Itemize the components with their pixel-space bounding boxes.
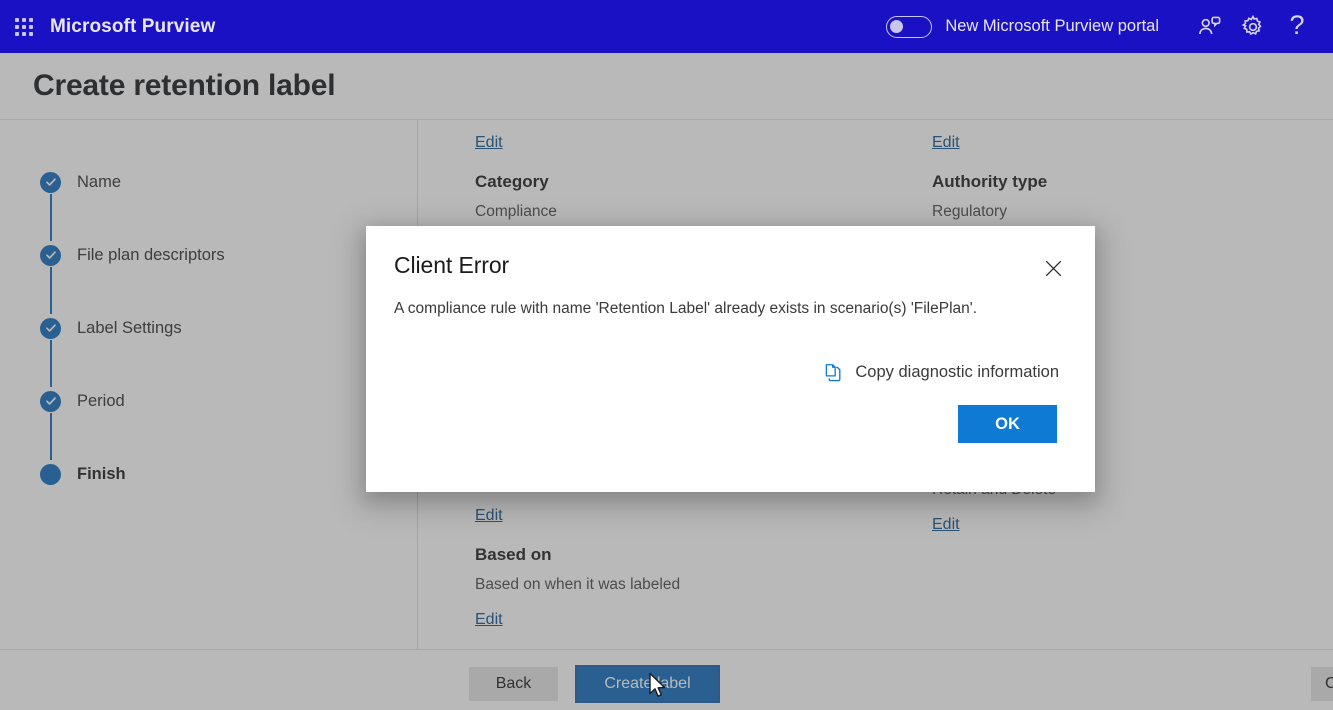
settings-button[interactable] bbox=[1231, 0, 1275, 53]
feedback-button[interactable] bbox=[1187, 0, 1231, 53]
dialog-title: Client Error bbox=[394, 252, 510, 278]
feedback-person-icon bbox=[1199, 16, 1221, 34]
toggle-switch-knob bbox=[890, 19, 904, 33]
copy-diagnostic-information-button[interactable]: Copy diagnostic information bbox=[366, 362, 1095, 383]
help-button[interactable]: ? bbox=[1275, 0, 1319, 55]
dialog-message: A compliance rule with name 'Retention L… bbox=[394, 300, 978, 317]
copy-pages-icon bbox=[823, 362, 844, 383]
dialog-close-button[interactable] bbox=[1039, 254, 1067, 282]
copy-diagnostic-information-label: Copy diagnostic information bbox=[855, 363, 1059, 382]
close-x-icon bbox=[1045, 260, 1061, 276]
new-portal-toggle-label: New Microsoft Purview portal bbox=[945, 17, 1159, 35]
app-launcher-button[interactable] bbox=[0, 0, 48, 53]
new-portal-toggle[interactable]: New Microsoft Purview portal bbox=[886, 15, 1159, 38]
ok-button[interactable]: OK bbox=[958, 405, 1057, 444]
dialog-footer: OK bbox=[366, 405, 1095, 444]
client-error-dialog: Client Error A compliance rule with name… bbox=[366, 226, 1095, 492]
app-launcher-grid-icon bbox=[15, 17, 33, 36]
suite-header-actions: New Microsoft Purview portal ? bbox=[886, 0, 1319, 53]
suite-header-bar: Microsoft Purview New Microsoft Purview … bbox=[0, 0, 1333, 53]
settings-gear-icon bbox=[1241, 14, 1262, 35]
brand-title[interactable]: Microsoft Purview bbox=[50, 16, 215, 38]
toggle-switch-track[interactable] bbox=[886, 15, 933, 38]
dialog-header: Client Error bbox=[366, 226, 1095, 282]
help-icon: ? bbox=[1289, 9, 1305, 40]
